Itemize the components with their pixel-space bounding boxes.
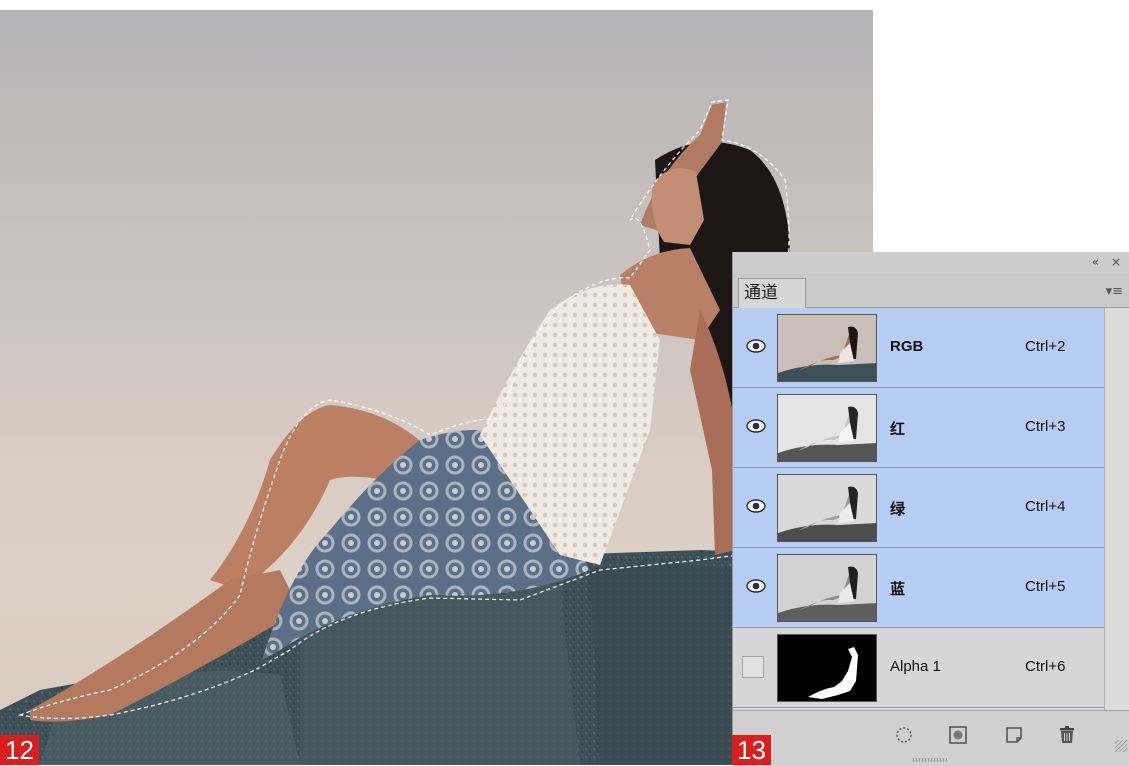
- channel-thumbnail-alpha1: [777, 634, 877, 702]
- new-channel-icon[interactable]: [1003, 724, 1025, 746]
- double-chevron-left-icon[interactable]: «: [1092, 255, 1099, 269]
- eye-icon[interactable]: [745, 337, 767, 355]
- eye-icon[interactable]: [745, 497, 767, 515]
- tab-channels[interactable]: 通道: [738, 278, 806, 308]
- load-selection-icon[interactable]: [893, 724, 915, 746]
- channel-shortcut: Ctrl+5: [1025, 578, 1066, 595]
- channel-row-red[interactable]: 红 Ctrl+3: [733, 388, 1104, 468]
- channel-name: Alpha 1: [890, 658, 941, 675]
- resize-corner-icon[interactable]: [1115, 740, 1127, 752]
- eye-icon[interactable]: [745, 417, 767, 435]
- channel-row-rgb[interactable]: RGB Ctrl+2: [733, 308, 1104, 388]
- channel-name: 蓝: [890, 581, 906, 598]
- step-badge-12: 12: [0, 735, 39, 765]
- channel-thumbnail-blue: [777, 554, 877, 622]
- panel-titlebar[interactable]: « ×: [733, 252, 1129, 275]
- step-badge-13: 13: [732, 735, 771, 765]
- channel-thumbnail-red: [777, 394, 877, 462]
- trash-icon[interactable]: [1056, 724, 1078, 746]
- panel-resize-grip[interactable]: [913, 758, 949, 762]
- panel-tab-row: 通道 ▾≡: [733, 274, 1129, 308]
- channels-panel: « × 通道 ▾≡ RGB Ctrl+2 红 Ctrl+3 绿 Ctrl+4 蓝…: [732, 252, 1129, 766]
- panel-menu-icon[interactable]: ▾≡: [1106, 284, 1123, 299]
- channel-name: 红: [890, 421, 906, 438]
- channel-name: 绿: [890, 501, 906, 518]
- save-selection-icon[interactable]: [947, 724, 969, 746]
- panel-bottom-bar: [733, 710, 1129, 766]
- channel-shortcut: Ctrl+2: [1025, 338, 1066, 355]
- channel-name: RGB: [890, 338, 924, 355]
- channel-list: RGB Ctrl+2 红 Ctrl+3 绿 Ctrl+4 蓝 Ctrl+5 Al…: [733, 308, 1104, 710]
- channel-shortcut: Ctrl+6: [1025, 658, 1066, 675]
- channel-row-alpha1[interactable]: Alpha 1 Ctrl+6: [733, 628, 1104, 708]
- channel-thumbnail-green: [777, 474, 877, 542]
- channel-row-green[interactable]: 绿 Ctrl+4: [733, 468, 1104, 548]
- visibility-toggle[interactable]: [742, 656, 764, 678]
- channel-list-scrollbar[interactable]: [1104, 308, 1129, 710]
- eye-icon[interactable]: [745, 577, 767, 595]
- channel-shortcut: Ctrl+3: [1025, 418, 1066, 435]
- channel-shortcut: Ctrl+4: [1025, 498, 1066, 515]
- close-icon[interactable]: ×: [1111, 255, 1121, 269]
- channel-thumbnail-rgb: [777, 314, 877, 382]
- channel-row-blue[interactable]: 蓝 Ctrl+5: [733, 548, 1104, 628]
